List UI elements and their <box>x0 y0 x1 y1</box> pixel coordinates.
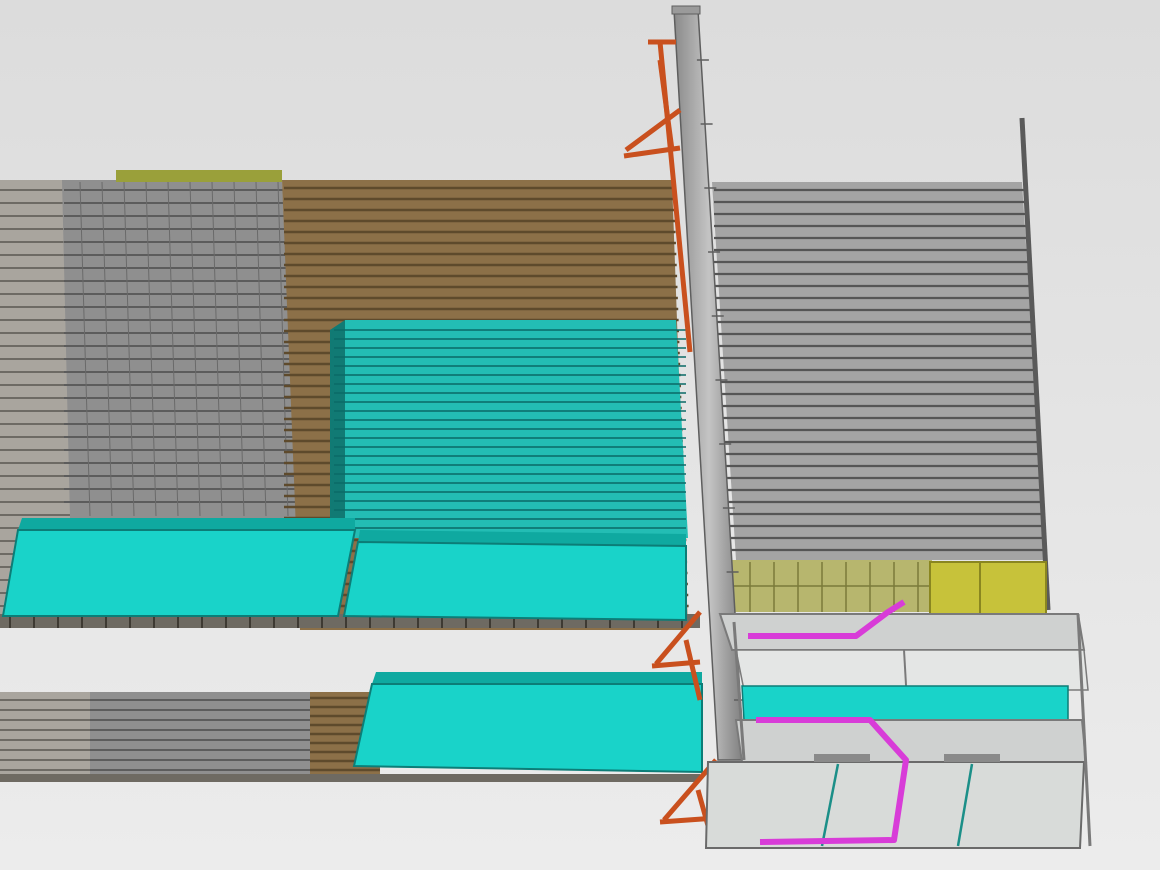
yellow-green-panel[interactable] <box>929 561 1047 615</box>
cyan-panel-stack[interactable] <box>330 320 688 538</box>
cyan-panel-lower[interactable] <box>352 672 703 774</box>
cad-model-scene <box>0 0 1160 870</box>
cyan-panel-upper-right[interactable] <box>342 530 687 622</box>
louvered-wall[interactable] <box>712 117 1051 611</box>
cabinet-cyan-panel <box>741 685 1069 721</box>
cyan-panel-upper-left[interactable] <box>1 518 357 617</box>
lower-rack-light[interactable] <box>0 692 92 780</box>
lower-rack-base-rail <box>0 774 700 782</box>
upper-rack-grey[interactable] <box>62 180 302 518</box>
cad-viewport[interactable] <box>0 0 1160 870</box>
upper-rack-olive-strip <box>116 170 282 182</box>
lower-rack-grey[interactable] <box>90 692 312 780</box>
wall-lower-strip <box>732 560 1047 615</box>
